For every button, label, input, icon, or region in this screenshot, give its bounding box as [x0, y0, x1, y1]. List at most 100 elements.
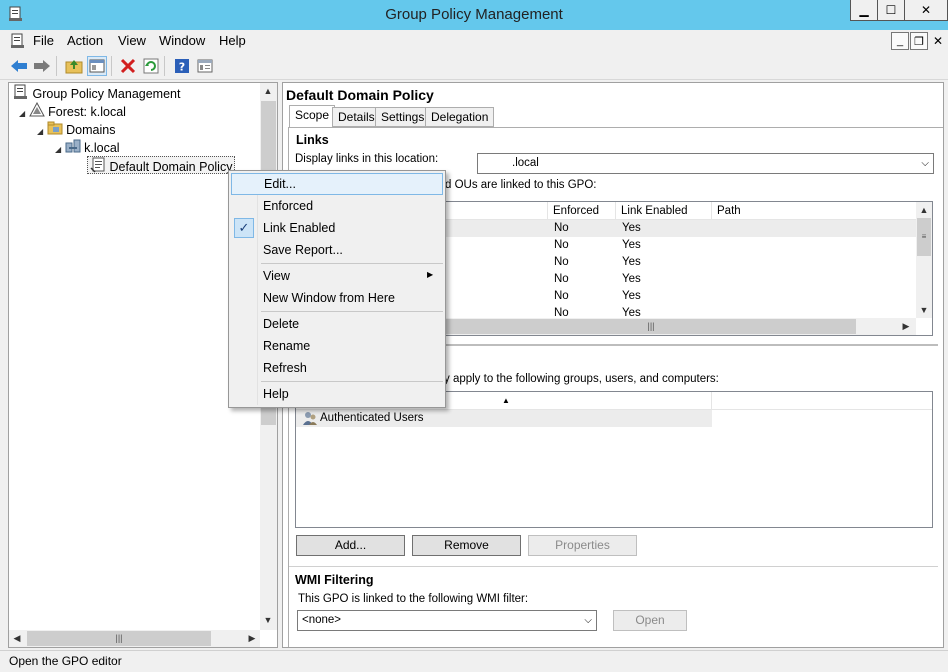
menu-window[interactable]: Window	[159, 33, 205, 49]
column-link-enabled[interactable]: Link Enabled	[616, 202, 712, 220]
show-hide-tree-button[interactable]	[87, 56, 107, 76]
collapse-icon[interactable]: ◢	[55, 145, 61, 154]
minimize-icon: ▁	[859, 3, 869, 17]
wmi-filter-dropdown[interactable]: <none> ⌵	[297, 610, 597, 631]
context-menu: Edit... Enforced ✓ Link Enabled Save Rep…	[228, 170, 446, 408]
links-heading: Links	[296, 133, 329, 147]
refresh-icon	[143, 58, 159, 74]
cell-enforced: No	[554, 307, 569, 318]
cell-link-enabled: Yes	[622, 256, 641, 268]
collapse-icon[interactable]: ◢	[19, 109, 25, 118]
maximize-button[interactable]: ☐	[877, 0, 905, 21]
maximize-icon: ☐	[885, 3, 897, 17]
list-item-label: Authenticated Users	[320, 412, 424, 424]
scroll-thumb[interactable]: ≡	[917, 218, 931, 256]
scroll-right-icon[interactable]: ▶	[898, 318, 914, 334]
menu-separator	[261, 381, 443, 382]
tab-settings[interactable]: Settings	[375, 107, 431, 127]
tab-details[interactable]: Details	[332, 107, 381, 127]
menu-item-enforced[interactable]: Enforced	[231, 195, 443, 217]
tree-item-label: Default Domain Policy	[109, 159, 233, 174]
scroll-down-icon[interactable]: ▼	[260, 612, 276, 628]
toolbar-separator	[164, 56, 165, 76]
up-level-button[interactable]	[64, 56, 84, 76]
dropdown-value: <none>	[302, 614, 342, 626]
menu-item-save-report[interactable]: Save Report...	[231, 239, 443, 261]
up-folder-icon	[65, 60, 83, 74]
scroll-thumb[interactable]: |||	[27, 631, 211, 646]
open-wmi-button[interactable]: Open	[613, 610, 687, 631]
menu-file[interactable]: File	[33, 33, 54, 49]
delete-button[interactable]	[118, 56, 138, 76]
status-bar: Open the GPO editor	[0, 650, 948, 672]
cell-link-enabled: Yes	[622, 307, 641, 318]
menu-item-link-enabled[interactable]: Link Enabled	[231, 217, 443, 239]
cell-link-enabled: Yes	[622, 222, 641, 234]
tree-item-domains[interactable]: ◢ Domains	[37, 120, 115, 138]
scroll-down-icon[interactable]: ▼	[916, 302, 932, 318]
display-links-dropdown[interactable]: .local ⌵	[477, 153, 934, 174]
tree-item-label: Group Policy Management	[32, 86, 181, 101]
minimize-button[interactable]: ▁	[850, 0, 878, 21]
links-vertical-scrollbar[interactable]: ▲ ≡ ▼	[916, 202, 932, 318]
tree-item-gpo[interactable]: Default Domain Policy	[87, 156, 236, 174]
menu-separator	[261, 311, 443, 312]
menu-item-help[interactable]: Help	[231, 383, 443, 405]
menu-item-edit[interactable]: Edit...	[231, 173, 443, 195]
cell-link-enabled: Yes	[622, 273, 641, 285]
mdi-close-button[interactable]: ✕	[930, 32, 946, 50]
remove-button[interactable]: Remove	[412, 535, 521, 556]
menu-item-new-window[interactable]: New Window from Here	[231, 287, 443, 309]
properties-button[interactable]: Properties	[528, 535, 637, 556]
refresh-button[interactable]	[141, 56, 161, 76]
menu-action[interactable]: Action	[67, 33, 103, 49]
tree-item-domain[interactable]: ◢ k.local	[55, 138, 120, 156]
menu-item-view[interactable]: View	[231, 265, 443, 287]
show-hide-tree-icon	[89, 59, 105, 73]
menu-help[interactable]: Help	[219, 33, 246, 49]
tree-horizontal-scrollbar[interactable]: ◀ ||| ▶	[9, 630, 260, 647]
menu-item-refresh[interactable]: Refresh	[231, 357, 443, 379]
close-button[interactable]: ✕	[904, 0, 948, 21]
properties-button[interactable]	[195, 56, 215, 76]
scroll-left-icon[interactable]: ◀	[9, 630, 25, 646]
column-blank	[712, 392, 932, 410]
help-button[interactable]: ?	[172, 56, 192, 76]
gpo-link-icon	[90, 157, 106, 178]
scroll-thumb[interactable]: |||	[446, 319, 856, 334]
tree-item-root[interactable]: Group Policy Management	[13, 84, 180, 102]
scroll-right-icon[interactable]: ▶	[244, 630, 260, 646]
scroll-up-icon[interactable]: ▲	[260, 83, 276, 99]
list-item[interactable]: Authenticated Users	[296, 410, 712, 427]
wmi-label: This GPO is linked to the following WMI …	[298, 593, 529, 605]
close-icon: ✕	[920, 3, 932, 17]
column-path[interactable]: Path	[712, 202, 916, 220]
tab-delegation[interactable]: Delegation	[425, 107, 495, 127]
console-icon[interactable]	[10, 33, 26, 49]
svg-text:?: ?	[179, 61, 185, 74]
menu-item-delete[interactable]: Delete	[231, 313, 443, 335]
back-icon	[11, 60, 27, 72]
menu-item-rename[interactable]: Rename	[231, 335, 443, 357]
mdi-minimize-button[interactable]: _	[891, 32, 909, 50]
display-links-label: Display links in this location:	[295, 153, 439, 165]
minimize-icon: _	[896, 35, 904, 47]
scroll-up-icon[interactable]: ▲	[916, 202, 932, 218]
tab-scope[interactable]: Scope	[289, 105, 336, 128]
back-button[interactable]	[9, 56, 29, 76]
forward-button[interactable]	[32, 56, 52, 76]
cell-enforced: No	[554, 222, 569, 234]
cell-enforced: No	[554, 290, 569, 302]
collapse-icon[interactable]: ◢	[37, 127, 43, 136]
menu-separator	[261, 263, 443, 264]
forward-icon	[34, 60, 50, 72]
security-filtering-list[interactable]: ▲ Authenticated Users	[295, 391, 933, 528]
wmi-heading: WMI Filtering	[295, 573, 374, 587]
toolbar-separator	[56, 56, 57, 76]
menu-view[interactable]: View	[118, 33, 146, 49]
tree-item-forest[interactable]: ◢ Forest: k.local	[19, 101, 126, 120]
sort-ascending-icon: ▲	[502, 396, 510, 405]
add-button[interactable]: Add...	[296, 535, 405, 556]
column-enforced[interactable]: Enforced	[548, 202, 616, 220]
mdi-restore-button[interactable]: ❐	[910, 32, 928, 50]
